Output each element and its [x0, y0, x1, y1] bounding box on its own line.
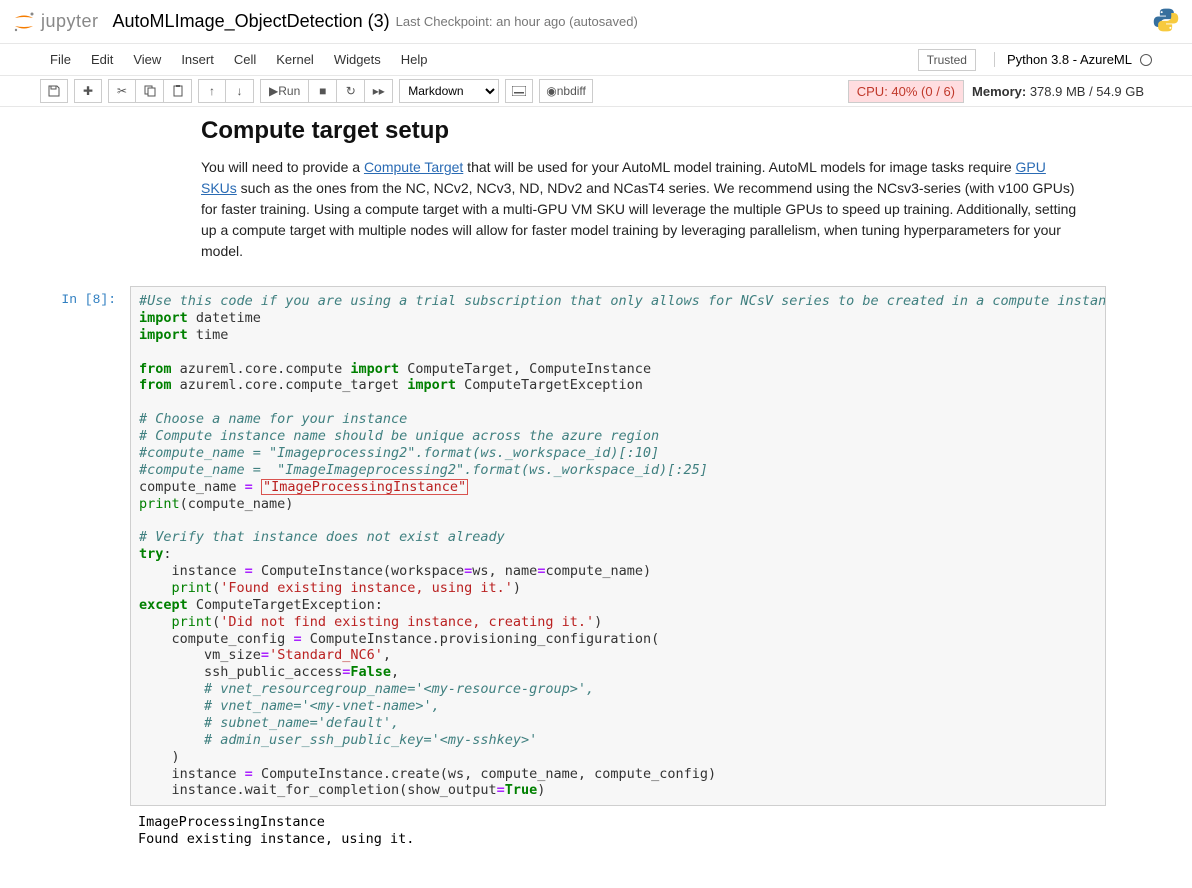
- copy-button[interactable]: [136, 79, 164, 103]
- code-cell[interactable]: In [8]: #Use this code if you are using …: [76, 286, 1116, 848]
- kernel-status-icon: [1140, 54, 1152, 66]
- jupyter-icon: [12, 10, 36, 34]
- memory-indicator: Memory: 378.9 MB / 54.9 GB: [964, 81, 1152, 102]
- jupyter-logo[interactable]: jupyter: [12, 10, 99, 34]
- nbdiff-button[interactable]: ◉ nbdiff: [539, 79, 593, 103]
- save-button[interactable]: [40, 79, 68, 103]
- restart-button[interactable]: ↻: [337, 79, 365, 103]
- menu-help[interactable]: Help: [391, 46, 438, 73]
- command-palette-button[interactable]: [505, 79, 533, 103]
- section-paragraph: You will need to provide a Compute Targe…: [201, 157, 1081, 262]
- paste-button[interactable]: [164, 79, 192, 103]
- kernel-indicator[interactable]: Python 3.8 - AzureML: [994, 52, 1152, 67]
- menu-kernel[interactable]: Kernel: [266, 46, 324, 73]
- code-input-area[interactable]: #Use this code if you are using a trial …: [130, 286, 1106, 806]
- trusted-badge[interactable]: Trusted: [918, 49, 976, 71]
- input-prompt: In [8]:: [26, 292, 116, 307]
- menu-widgets[interactable]: Widgets: [324, 46, 391, 73]
- kernel-name-text: Python 3.8 - AzureML: [1007, 52, 1132, 67]
- compute-target-link[interactable]: Compute Target: [364, 159, 463, 175]
- insert-cell-button[interactable]: ✚: [74, 79, 102, 103]
- cpu-indicator: CPU: 40% (0 / 6): [848, 80, 964, 103]
- notebook-title[interactable]: AutoMLImage_ObjectDetection (3): [113, 11, 390, 32]
- markdown-cell[interactable]: Compute target setup You will need to pr…: [101, 117, 1091, 272]
- cut-button[interactable]: ✂: [108, 79, 136, 103]
- menu-insert[interactable]: Insert: [171, 46, 224, 73]
- run-button[interactable]: ▶ Run: [260, 79, 309, 103]
- code-output: ImageProcessingInstance Found existing i…: [130, 806, 1106, 848]
- run-all-button[interactable]: ▸▸: [365, 79, 393, 103]
- highlighted-string: "ImageProcessingInstance": [261, 479, 468, 496]
- menu-edit[interactable]: Edit: [81, 46, 123, 73]
- section-heading: Compute target setup: [201, 117, 1081, 145]
- interrupt-button[interactable]: ■: [309, 79, 337, 103]
- nbdiff-label: nbdiff: [557, 84, 586, 98]
- menu-cell[interactable]: Cell: [224, 46, 266, 73]
- cell-type-select[interactable]: Markdown: [399, 79, 499, 103]
- move-up-button[interactable]: ↑: [198, 79, 226, 103]
- menu-view[interactable]: View: [123, 46, 171, 73]
- menu-file[interactable]: File: [40, 46, 81, 73]
- jupyter-brand-text: jupyter: [41, 11, 99, 32]
- checkpoint-status: Last Checkpoint: an hour ago (autosaved): [396, 14, 638, 29]
- move-down-button[interactable]: ↓: [226, 79, 254, 103]
- run-button-label: Run: [278, 84, 300, 98]
- python-logo-icon: [1152, 6, 1180, 37]
